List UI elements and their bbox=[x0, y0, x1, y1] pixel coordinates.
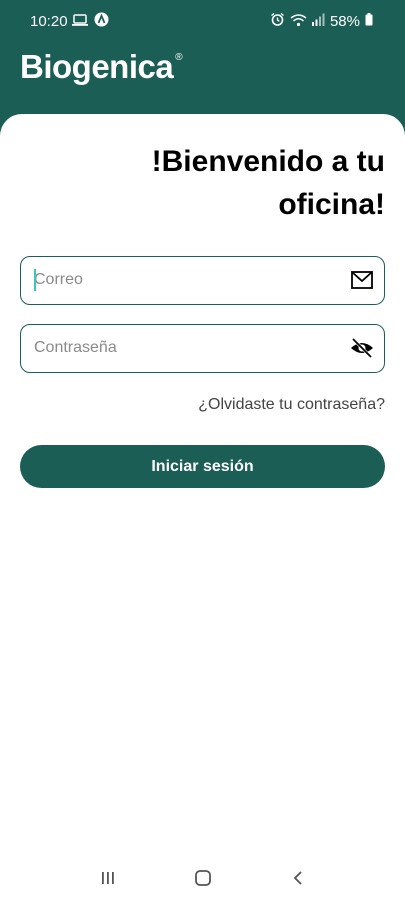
status-bar: 10:20 58% bbox=[0, 0, 405, 44]
status-time: 10:20 bbox=[30, 13, 68, 30]
forgot-password-link[interactable]: ¿Olvidaste tu contraseña? bbox=[198, 396, 385, 414]
signal-icon bbox=[311, 13, 325, 29]
text-caret bbox=[34, 269, 36, 291]
app-a-icon bbox=[94, 12, 109, 30]
logo-registered-mark: ® bbox=[175, 52, 183, 63]
status-right-icons: 58% bbox=[270, 12, 373, 30]
eye-off-icon[interactable] bbox=[350, 336, 374, 360]
battery-percent: 58% bbox=[329, 12, 360, 30]
wifi-icon bbox=[290, 13, 307, 30]
mail-icon bbox=[350, 268, 374, 292]
login-card: !Bienvenido a tu oficina! ¿Olvidaste tu … bbox=[0, 114, 405, 900]
status-left-icons bbox=[72, 12, 109, 30]
email-input[interactable] bbox=[34, 257, 334, 303]
biogenica-logo: Biogenica ® bbox=[20, 48, 183, 86]
home-icon[interactable] bbox=[191, 866, 215, 890]
back-icon[interactable] bbox=[286, 866, 310, 890]
battery-icon bbox=[365, 13, 373, 29]
email-field[interactable] bbox=[20, 256, 385, 305]
password-field[interactable] bbox=[20, 324, 385, 373]
recents-icon[interactable] bbox=[96, 866, 120, 890]
password-input[interactable] bbox=[34, 325, 334, 371]
logo-text: Biogenica bbox=[20, 48, 174, 85]
login-button[interactable]: Iniciar sesión bbox=[20, 445, 385, 488]
welcome-title: !Bienvenido a tu oficina! bbox=[151, 145, 385, 221]
alarm-icon bbox=[270, 12, 285, 30]
laptop-icon bbox=[72, 13, 88, 30]
system-nav-bar bbox=[0, 856, 405, 900]
